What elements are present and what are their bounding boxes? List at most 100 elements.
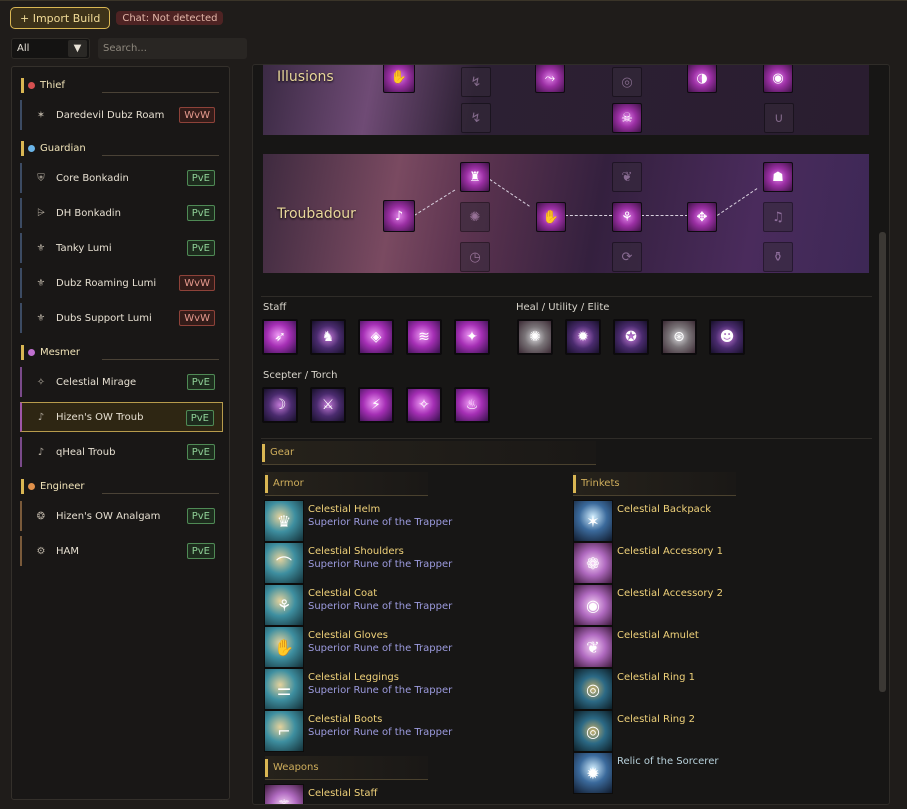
trait-icon[interactable]: ◑ xyxy=(687,65,717,93)
build-item[interactable]: ⚜ Dubz Roaming Lumi WvW xyxy=(20,268,223,298)
mirage-icon: ✧ xyxy=(36,376,46,388)
weapon-skill-2-icon[interactable]: ⚔ xyxy=(310,387,346,423)
elite-skill-icon[interactable]: ☻ xyxy=(709,319,745,355)
gear-item[interactable]: ❦ Celestial Amulet xyxy=(573,626,699,668)
shoulders-icon: ⌒ xyxy=(264,542,304,584)
backpack-icon: ✶ xyxy=(573,500,613,542)
weapon-skill-3-icon[interactable]: ⚡ xyxy=(358,387,394,423)
search-input[interactable] xyxy=(98,38,247,59)
utility-skill-3-icon[interactable]: ⊛ xyxy=(661,319,697,355)
scrollbar-thumb[interactable] xyxy=(879,232,886,692)
weapon-skill-1-icon[interactable]: ☽ xyxy=(262,387,298,423)
weapon-skill-3-icon[interactable]: ◈ xyxy=(358,319,394,355)
trait-icon[interactable]: ♜ xyxy=(460,162,490,192)
gear-item[interactable]: ✋ Celestial Gloves Superior Rune of the T… xyxy=(264,626,452,668)
gear-name: Celestial Amulet xyxy=(617,630,699,641)
trait-icon[interactable]: ❦ xyxy=(612,162,642,192)
gear-item[interactable]: ⌒ Celestial Shoulders Superior Rune of th… xyxy=(264,542,452,584)
staff-skills-label: Staff xyxy=(263,302,287,313)
weapon-skill-2-icon[interactable]: ♞ xyxy=(310,319,346,355)
mode-tag: PvE xyxy=(186,543,215,559)
spec-name: Troubadour xyxy=(277,206,356,222)
trait-icon[interactable]: ◉ xyxy=(763,65,793,93)
build-item[interactable]: ⚜ Dubs Support Lumi WvW xyxy=(20,303,223,333)
build-item[interactable]: ⛨ Core Bonkadin PvE xyxy=(20,163,223,193)
trait-icon[interactable]: ∪ xyxy=(764,103,794,133)
build-item-selected[interactable]: ♪ Hizen's OW Troub PvE xyxy=(20,402,223,432)
build-name: HAM xyxy=(56,545,79,557)
trait-icon[interactable]: ⤳ xyxy=(535,65,565,93)
trait-icon[interactable]: ↯ xyxy=(461,103,491,133)
build-item[interactable]: ⩥ DH Bonkadin PvE xyxy=(20,198,223,228)
mode-tag: PvE xyxy=(186,508,215,524)
build-name: Hizen's OW Analgam xyxy=(56,510,161,522)
gear-item[interactable]: ⚌ Celestial Leggings Superior Rune of the… xyxy=(264,668,452,710)
gear-name: Celestial Gloves xyxy=(308,630,388,641)
trinkets-title: Trinkets xyxy=(581,478,620,489)
armor-header: Armor xyxy=(265,472,428,496)
trait-icon[interactable]: ✺ xyxy=(460,202,490,232)
gear-item[interactable]: ⚘ Celestial Coat Superior Rune of the Tra… xyxy=(264,584,452,626)
build-name: qHeal Troub xyxy=(56,446,116,458)
trait-icon[interactable]: ⟳ xyxy=(612,242,642,272)
build-item[interactable]: ❂ Hizen's OW Analgam PvE xyxy=(20,501,223,531)
gear-item[interactable]: ⚚ Celestial Staff xyxy=(264,784,378,804)
gear-item[interactable]: ◎ Celestial Ring 2 xyxy=(573,710,695,752)
gear-name: Celestial Backpack xyxy=(617,504,712,515)
daredevil-icon: ✶ xyxy=(36,109,46,121)
gear-item[interactable]: ⌐ Celestial Boots Superior Rune of the Tr… xyxy=(264,710,452,752)
gear-item[interactable]: ◎ Celestial Ring 1 xyxy=(573,668,695,710)
gear-name: Celestial Ring 1 xyxy=(617,672,696,683)
weapons-header: Weapons xyxy=(265,756,428,780)
build-item[interactable]: ♪ qHeal Troub PvE xyxy=(20,437,223,467)
group-thief: Thief ✶ Daredevil Dubz Roam WvW xyxy=(12,75,231,130)
gear-name: Celestial Staff xyxy=(308,788,378,799)
trait-icon[interactable]: ☠ xyxy=(612,103,642,133)
build-item[interactable]: ⚙ HAM PvE xyxy=(20,536,223,566)
gear-item[interactable]: ❁ Celestial Accessory 1 xyxy=(573,542,723,584)
gear-name: Celestial Ring 2 xyxy=(617,714,696,725)
gear-name: Celestial Shoulders xyxy=(308,546,404,557)
gear-item[interactable]: ♛ Celestial Helm Superior Rune of the Tra… xyxy=(264,500,452,542)
build-name: Tanky Lumi xyxy=(56,242,112,254)
build-item[interactable]: ⚜ Tanky Lumi PvE xyxy=(20,233,223,263)
utility-skill-1-icon[interactable]: ✹ xyxy=(565,319,601,355)
trait-icon[interactable]: ◷ xyxy=(460,242,490,272)
scrollbar[interactable] xyxy=(879,65,886,804)
heal-skill-icon[interactable]: ✺ xyxy=(517,319,553,355)
trait-icon[interactable]: ♫ xyxy=(763,202,793,232)
dot-icon xyxy=(28,482,35,490)
weapon-skill-4-icon[interactable]: ✧ xyxy=(406,387,442,423)
weapon-skill-5-icon[interactable]: ✦ xyxy=(454,319,490,355)
trait-icon[interactable]: ◎ xyxy=(612,67,642,97)
build-name: DH Bonkadin xyxy=(56,207,121,219)
trait-icon[interactable]: ↯ xyxy=(461,67,491,97)
gear-item[interactable]: ◉ Celestial Accessory 2 xyxy=(573,584,723,626)
group-mesmer: Mesmer ✧ Celestial Mirage PvE ♪ Hizen's … xyxy=(12,342,231,467)
trait-icon[interactable]: ⚱ xyxy=(763,242,793,272)
trait-icon[interactable]: ⚘ xyxy=(612,202,642,232)
utility-skill-2-icon[interactable]: ✪ xyxy=(613,319,649,355)
group-title: Thief xyxy=(40,79,65,91)
ring-icon: ◎ xyxy=(573,668,613,710)
build-list-sidebar: Thief ✶ Daredevil Dubz Roam WvW Guardian… xyxy=(11,66,230,800)
gear-name: Celestial Leggings xyxy=(308,672,399,683)
weapon-skill-5-icon[interactable]: ♨ xyxy=(454,387,490,423)
weapon-skill-4-icon[interactable]: ≋ xyxy=(406,319,442,355)
category-select-value: All xyxy=(17,43,30,54)
gear-name: Celestial Boots xyxy=(308,714,383,725)
weapon-skill-1-icon[interactable]: ➶ xyxy=(262,319,298,355)
import-build-button[interactable]: + Import Build xyxy=(10,7,111,29)
build-item[interactable]: ✧ Celestial Mirage PvE xyxy=(20,367,223,397)
trait-icon[interactable]: ✋ xyxy=(536,202,566,232)
build-item[interactable]: ✶ Daredevil Dubz Roam WvW xyxy=(20,100,223,130)
gear-item[interactable]: ✹ Relic of the Sorcerer xyxy=(573,752,718,794)
trait-icon[interactable]: ☗ xyxy=(763,162,793,192)
build-name: Celestial Mirage xyxy=(56,376,137,388)
chevron-down-icon[interactable]: ▼ xyxy=(68,40,87,57)
divider xyxy=(261,438,872,439)
category-select[interactable]: All ▼ xyxy=(11,38,90,59)
spec-emblem-icon: ♪ xyxy=(383,200,415,232)
gear-item[interactable]: ✶ Celestial Backpack xyxy=(573,500,711,542)
trait-icon[interactable]: ✥ xyxy=(687,202,717,232)
